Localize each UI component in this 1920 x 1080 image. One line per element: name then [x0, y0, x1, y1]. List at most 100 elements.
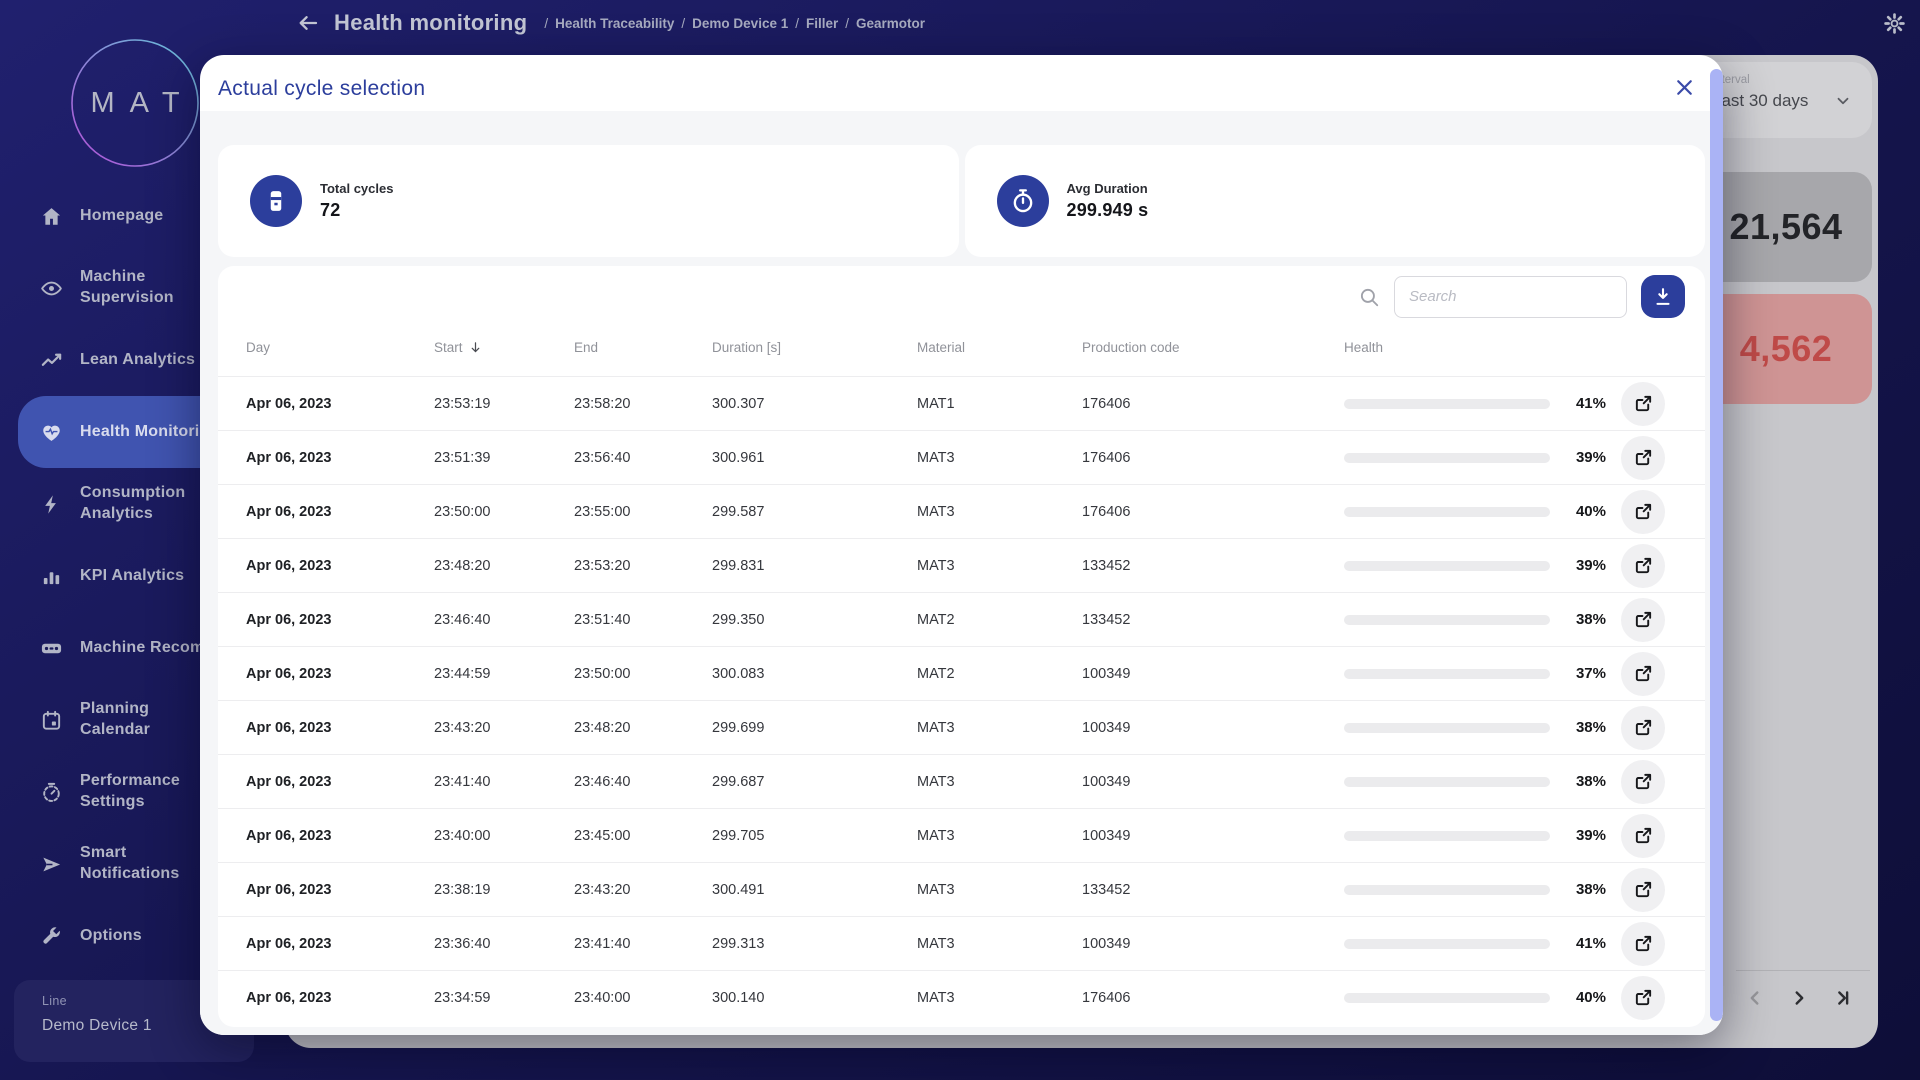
cell-day: Apr 06, 2023 — [246, 558, 434, 574]
open-cycle-button[interactable] — [1621, 382, 1665, 426]
cell-end: 23:50:00 — [574, 666, 712, 682]
cell-end: 23:58:20 — [574, 396, 712, 412]
open-cycle-button[interactable] — [1621, 868, 1665, 912]
sidebar-item-label: Options — [80, 926, 142, 947]
cell-duration: 300.491 — [712, 882, 917, 898]
table-header-row: Day Start End Duration [s] Material Prod… — [218, 318, 1705, 376]
sidebar-item-icon — [40, 637, 63, 660]
open-cycle-button[interactable] — [1621, 814, 1665, 858]
breadcrumb-item[interactable]: /Filler — [788, 16, 838, 31]
open-cycle-button[interactable] — [1621, 490, 1665, 534]
open-cycle-button[interactable] — [1621, 706, 1665, 750]
table-row: Apr 06, 2023 23:38:19 23:43:20 300.491 M… — [218, 862, 1705, 916]
cell-start: 23:38:19 — [434, 882, 574, 898]
column-header[interactable]: Production code — [1082, 340, 1344, 355]
table-body: Apr 06, 2023 23:53:19 23:58:20 300.307 M… — [218, 376, 1705, 1024]
sidebar-item-icon — [40, 205, 63, 228]
cell-health: 40% — [1344, 490, 1677, 534]
cell-day: Apr 06, 2023 — [246, 666, 434, 682]
cycles-table-card: Day Start End Duration [s] Material Prod… — [218, 266, 1705, 1027]
cell-health: 38% — [1344, 868, 1677, 912]
health-percent: 40% — [1560, 989, 1606, 1006]
health-percent: 39% — [1560, 827, 1606, 844]
column-header[interactable]: Day — [246, 340, 434, 355]
page-prev-icon[interactable] — [1744, 987, 1766, 1009]
summary-card-value: 299.949 s — [1067, 200, 1149, 221]
cell-start: 23:43:20 — [434, 720, 574, 736]
table-row: Apr 06, 2023 23:46:40 23:51:40 299.350 M… — [218, 592, 1705, 646]
summary-card-icon — [1009, 187, 1037, 215]
open-cycle-button[interactable] — [1621, 652, 1665, 696]
table-row: Apr 06, 2023 23:53:19 23:58:20 300.307 M… — [218, 376, 1705, 430]
cell-material: MAT3 — [917, 774, 1082, 790]
open-cycle-button[interactable] — [1621, 976, 1665, 1020]
column-header[interactable]: Health — [1344, 340, 1677, 355]
cell-material: MAT3 — [917, 882, 1082, 898]
table-row: Apr 06, 2023 23:40:00 23:45:00 299.705 M… — [218, 808, 1705, 862]
health-percent: 38% — [1560, 773, 1606, 790]
health-percent: 38% — [1560, 719, 1606, 736]
open-in-new-icon — [1633, 393, 1654, 414]
cell-start: 23:50:00 — [434, 504, 574, 520]
open-cycle-button[interactable] — [1621, 922, 1665, 966]
cell-end: 23:43:20 — [574, 882, 712, 898]
cell-material: MAT2 — [917, 666, 1082, 682]
download-icon — [1652, 286, 1674, 308]
cell-start: 23:46:40 — [434, 612, 574, 628]
open-in-new-icon — [1633, 663, 1654, 684]
health-bar — [1344, 723, 1550, 733]
page-next-icon[interactable] — [1788, 987, 1810, 1009]
cell-duration: 300.140 — [712, 990, 917, 1006]
summary-card-icon — [262, 187, 290, 215]
modal-scrollbar[interactable] — [1710, 69, 1723, 1021]
page-last-icon[interactable] — [1832, 987, 1854, 1009]
cell-day: Apr 06, 2023 — [246, 828, 434, 844]
cell-duration: 299.587 — [712, 504, 917, 520]
cell-health: 39% — [1344, 436, 1677, 480]
health-bar — [1344, 831, 1550, 841]
open-cycle-button[interactable] — [1621, 760, 1665, 804]
column-header[interactable]: Start — [434, 340, 574, 355]
search-icon — [1358, 286, 1380, 308]
breadcrumb-item[interactable]: /Health Traceability — [537, 16, 674, 31]
back-arrow-icon[interactable] — [296, 11, 320, 35]
open-cycle-button[interactable] — [1621, 544, 1665, 588]
column-header[interactable]: End — [574, 340, 712, 355]
cell-health: 39% — [1344, 814, 1677, 858]
sidebar-item-label: Homepage — [80, 206, 163, 227]
download-button[interactable] — [1641, 275, 1685, 318]
search-input[interactable] — [1394, 276, 1627, 318]
sidebar-item-label: Health Monitoring — [80, 422, 219, 443]
health-percent: 37% — [1560, 665, 1606, 682]
health-percent: 38% — [1560, 611, 1606, 628]
cell-health: 39% — [1344, 544, 1677, 588]
open-in-new-icon — [1633, 771, 1654, 792]
cell-production-code: 100349 — [1082, 936, 1344, 952]
breadcrumb-item[interactable]: /Demo Device 1 — [674, 16, 788, 31]
column-header[interactable]: Duration [s] — [712, 340, 917, 355]
pagination-divider — [1736, 970, 1870, 971]
cell-production-code: 176406 — [1082, 990, 1344, 1006]
open-cycle-button[interactable] — [1621, 436, 1665, 480]
open-cycle-button[interactable] — [1621, 598, 1665, 642]
cell-duration: 300.083 — [712, 666, 917, 682]
health-bar — [1344, 885, 1550, 895]
sidebar-item-label: Consumption Analytics — [80, 483, 185, 525]
cell-start: 23:36:40 — [434, 936, 574, 952]
cell-start: 23:34:59 — [434, 990, 574, 1006]
sidebar-item-icon — [40, 853, 63, 876]
cell-end: 23:40:00 — [574, 990, 712, 1006]
chevron-down-icon — [1834, 92, 1852, 110]
open-in-new-icon — [1633, 933, 1654, 954]
modal-body: Total cycles 72 Avg Duration 299.949 s D… — [200, 111, 1723, 1035]
table-row: Apr 06, 2023 23:50:00 23:55:00 299.587 M… — [218, 484, 1705, 538]
close-icon[interactable] — [1672, 75, 1697, 100]
sidebar-item-icon — [40, 349, 63, 372]
column-header[interactable]: Material — [917, 340, 1082, 355]
open-in-new-icon — [1633, 501, 1654, 522]
cell-start: 23:40:00 — [434, 828, 574, 844]
cell-end: 23:45:00 — [574, 828, 712, 844]
cell-day: Apr 06, 2023 — [246, 612, 434, 628]
cell-production-code: 176406 — [1082, 396, 1344, 412]
breadcrumb-item[interactable]: /Gearmotor — [838, 16, 925, 31]
